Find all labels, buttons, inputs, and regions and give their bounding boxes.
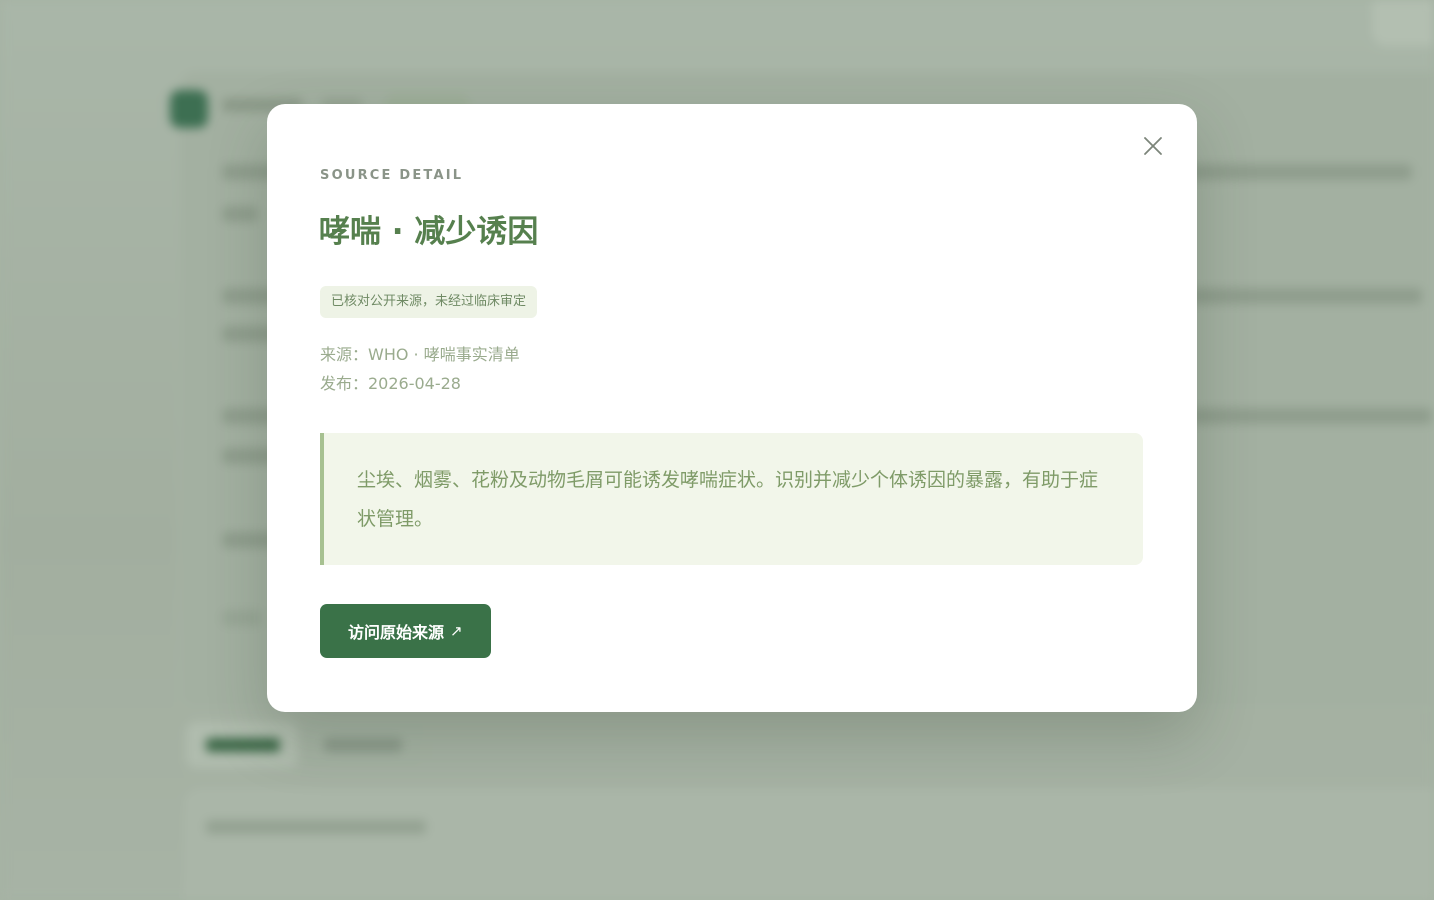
modal-title: 哮喘 · 减少诱因 — [319, 214, 539, 250]
published-date-line: 发布：2026-04-28 — [320, 374, 461, 393]
close-button[interactable] — [1139, 132, 1167, 160]
background-tab — [304, 722, 420, 768]
close-icon — [1144, 137, 1162, 155]
visit-button-label: 访问原始来源 — [348, 623, 445, 642]
source-quote: 尘埃、烟雾、花粉及动物毛屑可能诱发哮喘症状。识别并减少个体诱因的暴露，有助于症状… — [320, 433, 1143, 565]
modal-eyebrow: SOURCE DETAIL — [320, 168, 464, 183]
source-detail-modal: SOURCE DETAIL 哮喘 · 减少诱因 已核对公开来源，未经过临床审定 … — [267, 104, 1197, 712]
verification-badge: 已核对公开来源，未经过临床审定 — [320, 286, 538, 318]
background-text-line — [222, 206, 258, 222]
background-input-area — [186, 790, 1434, 900]
background-avatar — [170, 90, 208, 128]
visit-original-source-button[interactable]: 访问原始来源 ↗ — [320, 604, 491, 658]
background-tab — [186, 722, 298, 768]
background-text-line — [222, 610, 262, 626]
background-top-right-button — [1372, 0, 1434, 46]
external-link-icon: ↗ — [450, 622, 463, 640]
source-line: 来源：WHO · 哮喘事实清单 — [320, 345, 520, 364]
